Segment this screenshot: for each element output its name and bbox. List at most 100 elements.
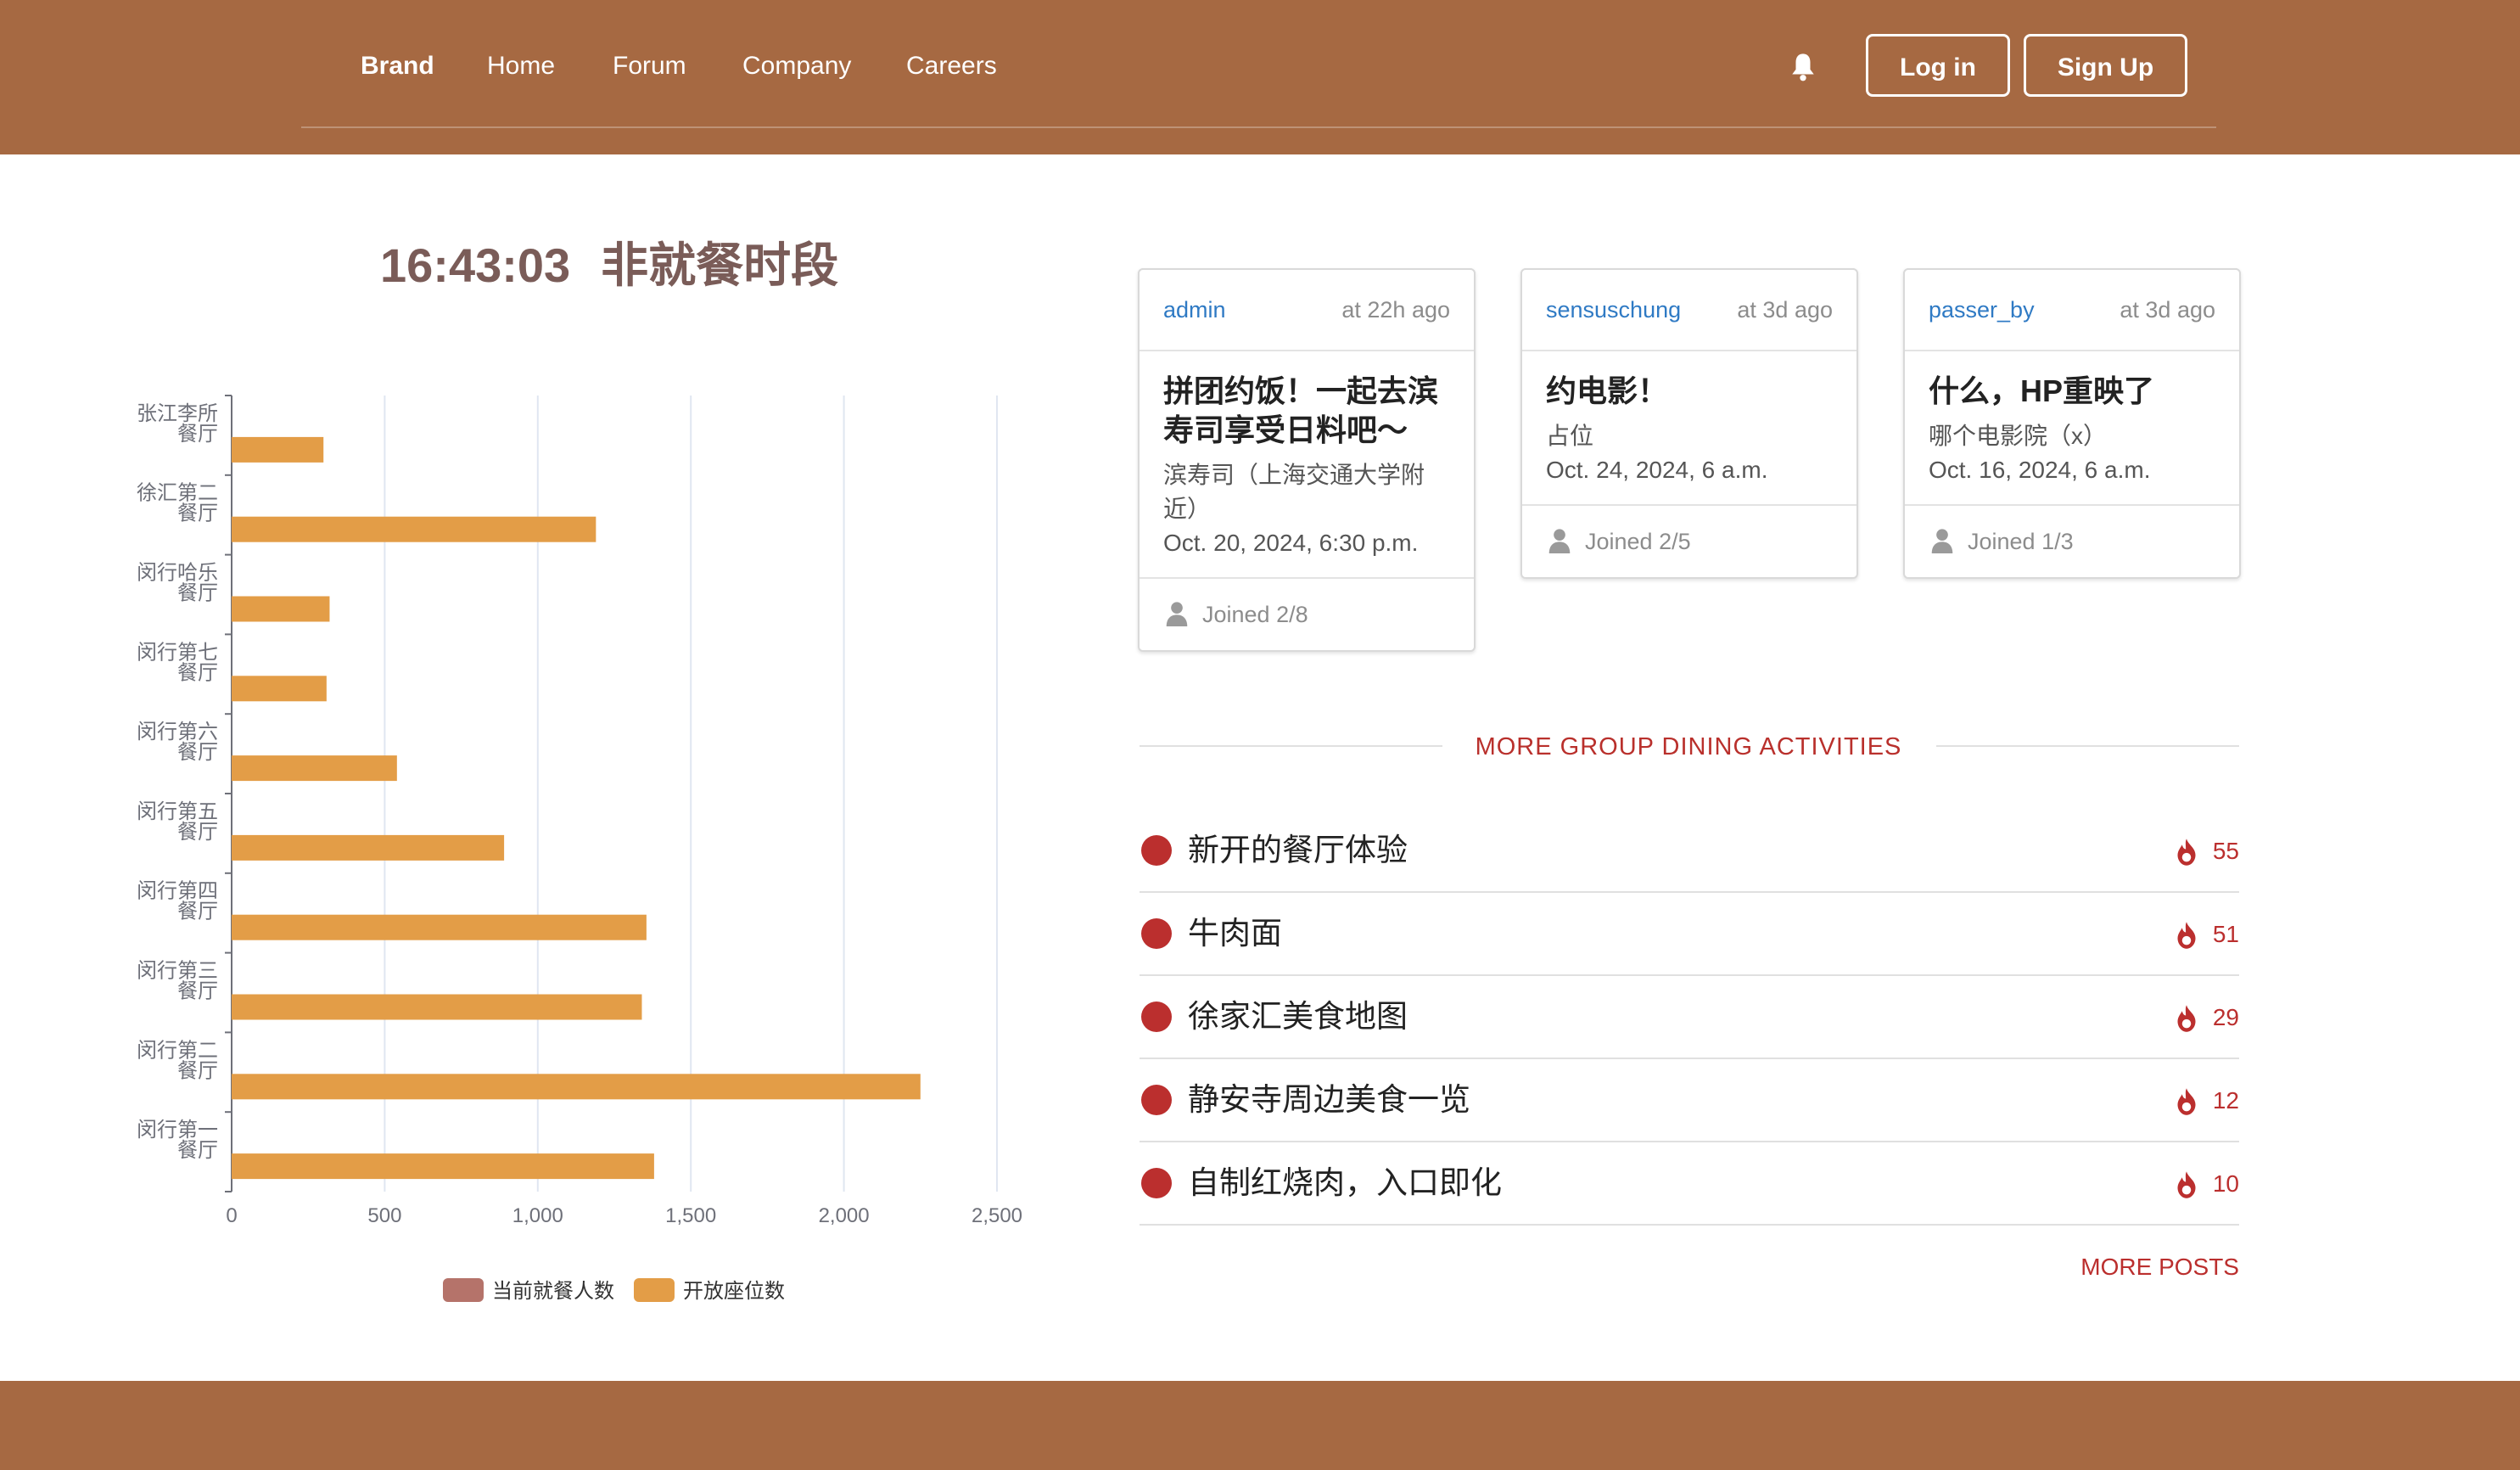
bullet-dot [1141,1002,1172,1032]
fire-icon [2177,1005,2196,1032]
chart-category-label: 餐厅 [177,661,218,684]
bullet-dot [1141,1168,1172,1198]
chart-bar [232,994,642,1020]
chart-category-label: 餐厅 [177,1139,218,1162]
chart-x-tick-label: 1,000 [512,1204,563,1227]
chart-bar [232,1074,921,1100]
fire-icon [2177,1088,2196,1115]
list-item-title: 新开的餐厅体验 [1188,833,1408,867]
chart-category-label: 餐厅 [177,821,218,844]
chart-x-tick-label: 500 [367,1204,401,1227]
activity-card[interactable]: sensuschung at 3d ago 约电影！ 占位 Oct. 24, 2… [1520,268,1858,579]
footer-bar [0,1381,2520,1470]
more-posts-link[interactable]: MORE POSTS [2019,1251,2239,1283]
chart-bar [232,755,397,782]
chart-category-label: 张江李所 [137,402,218,425]
login-button[interactable]: Log in [1866,34,2010,97]
hot-count: 12 [2212,1087,2239,1114]
chart-bar [232,596,330,622]
bullet-dot [1141,835,1172,866]
bullet-dot [1141,1085,1172,1115]
chart-category-label: 闵行第一 [137,1119,218,1142]
chart-category-label: 餐厅 [177,502,218,525]
bullet-dot [1141,918,1172,949]
card-username[interactable]: passer_by [1929,295,2035,324]
section-divider-right [1936,745,2239,747]
fire-icon [2177,839,2196,866]
chart-category-label: 闵行第三 [137,960,218,983]
hot-count: 51 [2212,921,2239,947]
seat-availability-chart: 0 500 1,000 1,500 2,000 2,500张江李所餐厅徐汇第二餐厅闵行哈乐… [137,395,1022,1303]
chart-category-label: 闵行第二 [137,1039,218,1062]
card-title[interactable]: 什么，HP重映了 [1929,372,2215,411]
chart-legend-label: 开放座位数 [683,1280,785,1303]
card-location: 占位 [1546,423,1594,449]
card-joined-count: Joined 1/3 [1968,529,2074,554]
card-post-time: at 22h ago [1341,297,1450,323]
activity-card[interactable]: admin at 22h ago 拼团约饭！一起去滨 寿司享受日料吧～ 滨寿司（… [1138,268,1476,652]
chart-category-label: 闵行第五 [137,800,218,823]
chart-category-label: 闵行第七 [137,641,218,664]
card-title[interactable]: 约电影！ [1546,372,1833,411]
hot-count: 55 [2212,838,2239,864]
card-location: 滨寿司（上海交通大学附 [1163,462,1425,488]
hot-count: 10 [2212,1170,2239,1197]
section-divider-left [1140,745,1442,747]
card-joined-count: Joined 2/5 [1585,529,1691,554]
list-item[interactable]: 静安寺周边美食一览 12 [1140,1059,2239,1142]
list-item[interactable]: 牛肉面 51 [1140,893,2239,976]
chart-bar [232,676,327,702]
list-item-title: 徐家汇美食地图 [1188,999,1408,1034]
chart-bar [232,834,505,861]
fire-icon [2177,1171,2196,1198]
card-datetime: Oct. 16, 2024, 6 a.m. [1929,457,2151,483]
user-icon [1548,529,1571,553]
card-title[interactable]: 拼团约饭！一起去滨 寿司享受日料吧～ [1163,372,1450,450]
card-datetime: Oct. 20, 2024, 6:30 p.m. [1163,530,1419,556]
card-title-line: 拼团约饭！一起去滨 [1163,373,1439,408]
fire-icon [2177,922,2196,949]
chart-category-label: 餐厅 [177,741,218,764]
card-location-cont: 近） [1163,496,1212,522]
chart-category-label: 闵行第四 [137,880,218,903]
chart-category-label: 餐厅 [177,980,218,1003]
chart-x-tick-label: 0 [226,1204,237,1227]
chart-bar [232,516,596,542]
card-datetime: Oct. 24, 2024, 6 a.m. [1546,457,1768,483]
chart-bar [232,914,647,940]
user-icon [1931,529,1953,553]
chart-legend-label: 当前就餐人数 [492,1280,614,1303]
card-post-time: at 3d ago [1737,297,1833,323]
chart-bar [232,1153,654,1180]
card-post-time: at 3d ago [2120,297,2215,323]
chart-bar [232,436,324,463]
chart-category-label: 餐厅 [177,582,218,605]
card-title-line: 寿司享受日料吧～ [1163,412,1408,447]
chart-legend-swatch [443,1278,484,1302]
chart-x-tick-label: 2,000 [819,1204,870,1227]
card-username[interactable]: sensuschung [1546,295,1681,324]
list-item[interactable]: 徐家汇美食地图 29 [1140,976,2239,1059]
chart-category-label: 餐厅 [177,1059,218,1082]
user-icon [1166,602,1188,626]
bell-icon[interactable] [1789,51,1817,83]
hot-count: 29 [2212,1004,2239,1030]
list-item-title: 自制红烧肉，入口即化 [1188,1165,1502,1200]
chart-category-label: 餐厅 [177,901,218,923]
chart-x-tick-label: 2,500 [972,1204,1022,1227]
list-item-title: 静安寺周边美食一览 [1188,1082,1470,1117]
section-title: MORE GROUP DINING ACTIVITIES [1475,733,1902,760]
card-joined-count: Joined 2/8 [1202,602,1308,627]
list-item-title: 牛肉面 [1188,916,1282,951]
signup-button[interactable]: Sign Up [2024,34,2187,97]
chart-legend-swatch [634,1278,675,1302]
activity-card[interactable]: passer_by at 3d ago 什么，HP重映了 哪个电影院（x） Oc… [1903,268,2241,579]
card-location: 哪个电影院（x） [1929,423,2108,449]
chart-category-label: 餐厅 [177,423,218,446]
chart-category-label: 徐汇第二 [137,482,218,505]
list-item[interactable]: 新开的餐厅体验 55 [1140,810,2239,893]
chart-category-label: 闵行哈乐 [137,562,218,585]
chart-x-tick-label: 1,500 [665,1204,716,1227]
list-item[interactable]: 自制红烧肉，入口即化 10 [1140,1142,2239,1226]
card-username[interactable]: admin [1163,295,1226,324]
